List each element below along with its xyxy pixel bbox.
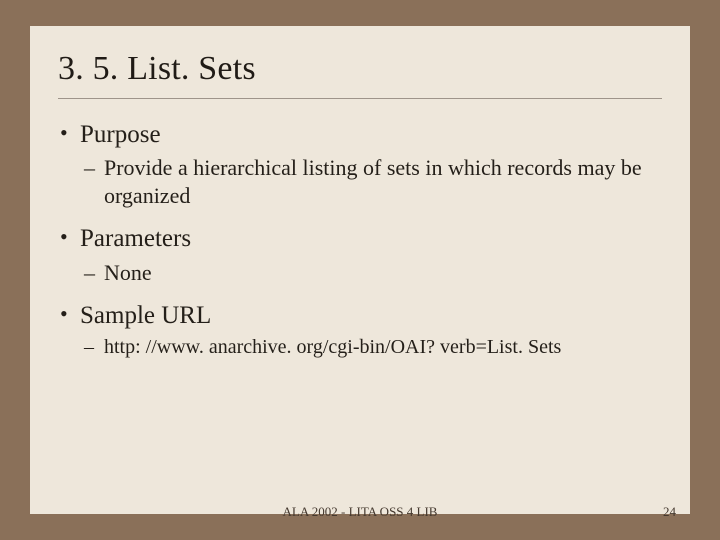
bullet-label: Parameters	[58, 223, 662, 254]
sub-item: – http: //www. anarchive. org/cgi-bin/OA…	[58, 335, 662, 360]
bullet-list: Purpose – Provide a hierarchical listing…	[58, 119, 662, 360]
list-item: Parameters – None	[58, 223, 662, 286]
dash-icon: –	[84, 335, 94, 360]
title-rule	[58, 98, 662, 99]
bullet-label: Sample URL	[58, 300, 662, 331]
list-item: Sample URL – http: //www. anarchive. org…	[58, 300, 662, 360]
sub-item: – Provide a hierarchical listing of sets…	[58, 154, 662, 209]
slide-body: 3. 5. List. Sets Purpose – Provide a hie…	[30, 26, 690, 514]
sub-text: Provide a hierarchical listing of sets i…	[104, 155, 642, 208]
list-item: Purpose – Provide a hierarchical listing…	[58, 119, 662, 209]
slide-title: 3. 5. List. Sets	[58, 50, 662, 88]
bullet-label: Purpose	[58, 119, 662, 150]
sub-text: http: //www. anarchive. org/cgi-bin/OAI?…	[104, 336, 561, 358]
sub-item: – None	[58, 259, 662, 287]
page-number: 24	[663, 504, 676, 520]
footer-center-text: ALA 2002 - LITA OSS 4 LIB	[283, 504, 438, 520]
dash-icon: –	[84, 259, 95, 287]
sub-text: None	[104, 260, 152, 285]
dash-icon: –	[84, 154, 95, 182]
